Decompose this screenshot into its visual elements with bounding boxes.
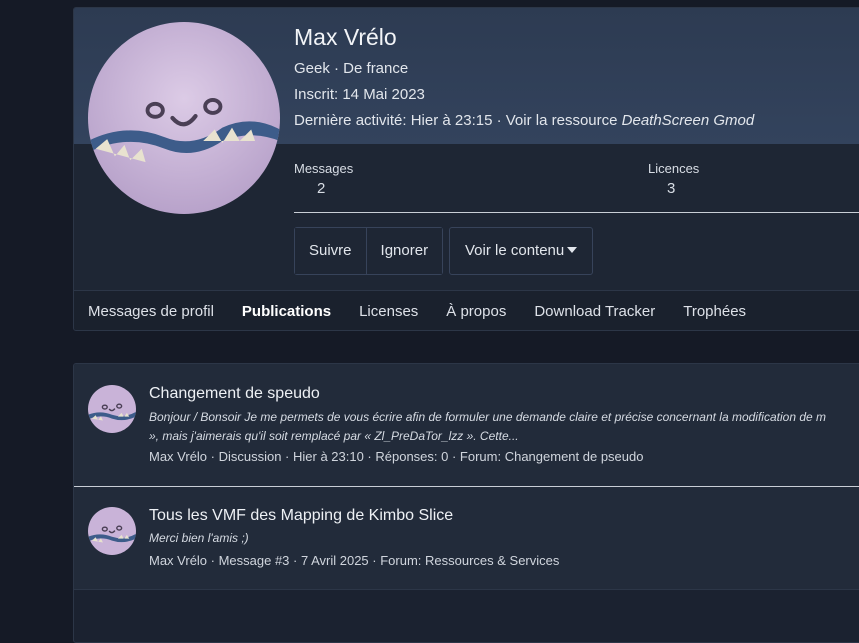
- follow-ignore-group: Suivre Ignorer: [294, 227, 444, 275]
- post-avatar[interactable]: [88, 385, 136, 433]
- list-item: Tous les VMF des Mapping de Kimbo Slice …: [74, 487, 859, 589]
- post-meta: Max Vrélo · Discussion · Hier à 23:10 · …: [149, 449, 644, 464]
- post-meta: Max Vrélo · Message #3 · 7 Avril 2025 · …: [149, 553, 560, 568]
- post-snippet-line-1: Bonjour / Bonsoir Je me permets de vous …: [149, 410, 827, 424]
- profile-avatar[interactable]: [88, 22, 280, 214]
- post-title[interactable]: Changement de speudo: [149, 385, 320, 403]
- post-title[interactable]: Tous les VMF des Mapping de Kimbo Slice: [149, 507, 453, 525]
- list-item: Changement de speudo Bonjour / Bonsoir J…: [74, 364, 859, 486]
- stat-messages-label: Messages: [294, 161, 354, 176]
- ignore-button[interactable]: Ignorer: [365, 228, 443, 274]
- last-activity-text: Dernière activité: Hier à 23:15 · Voir l…: [294, 112, 622, 129]
- stat-licences-value[interactable]: 3: [667, 180, 675, 197]
- tab-publications[interactable]: Publications: [228, 291, 345, 330]
- tab-about[interactable]: À propos: [432, 291, 520, 330]
- post-snippet-line-1: Merci bien l'amis ;): [149, 531, 249, 545]
- avatar-image: [88, 507, 136, 555]
- profile-joined: Inscrit: 14 Mai 2023: [294, 86, 425, 103]
- view-content-label: Voir le contenu: [465, 242, 565, 259]
- caret-down-icon: [567, 247, 578, 253]
- avatar-image: [88, 385, 136, 433]
- profile-tabs: Messages de profil Publications Licenses…: [74, 290, 859, 330]
- tab-profile-messages[interactable]: Messages de profil: [74, 291, 228, 330]
- last-activity-link[interactable]: DeathScreen Gmod: [622, 112, 755, 129]
- profile-name: Max Vrélo: [294, 24, 397, 50]
- follow-button[interactable]: Suivre: [295, 228, 366, 274]
- stat-messages-value[interactable]: 2: [317, 180, 325, 197]
- profile-card: Max Vrélo Geek · De france Inscrit: 14 M…: [73, 7, 859, 331]
- post-divider: [74, 589, 859, 590]
- profile-last-activity: Dernière activité: Hier à 23:15 · Voir l…: [294, 112, 754, 129]
- stat-licences-label: Licences: [648, 161, 700, 176]
- post-avatar[interactable]: [88, 507, 136, 555]
- tab-download-tracker[interactable]: Download Tracker: [520, 291, 669, 330]
- view-content-dropdown[interactable]: Voir le contenu: [449, 227, 594, 275]
- post-snippet-line-2: », mais j'aimerais qu'il soit remplacé p…: [149, 429, 519, 443]
- publications-list: Changement de speudo Bonjour / Bonsoir J…: [73, 363, 859, 643]
- avatar-image: [88, 22, 280, 214]
- tab-licenses[interactable]: Licenses: [345, 291, 432, 330]
- profile-title-line: Geek · De france: [294, 60, 409, 77]
- tab-trophies[interactable]: Trophées: [669, 291, 760, 330]
- stats-divider: [294, 212, 859, 213]
